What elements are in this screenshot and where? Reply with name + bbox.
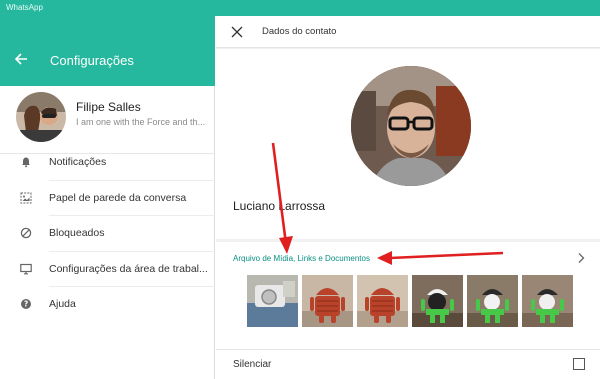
contact-card: Luciano Larrossa [216, 49, 600, 239]
settings-header: Configurações [0, 16, 215, 86]
contact-name: Luciano Larrossa [233, 199, 326, 213]
menu-item-notificacoes[interactable]: Notificações [0, 145, 215, 181]
photo-thumbnail[interactable] [247, 275, 298, 327]
profile-status: I am one with the Force and th... [76, 117, 206, 127]
media-thumbnails [247, 275, 573, 327]
profile-avatar[interactable] [16, 92, 66, 142]
android-figurine-thumbnail[interactable] [357, 275, 408, 327]
menu-item-label: Configurações da área de trabal... [49, 262, 208, 275]
contact-header-title: Dados do contato [262, 26, 337, 37]
help-icon: ? [21, 299, 31, 309]
mute-checkbox[interactable] [573, 358, 585, 370]
menu-item-bloqueados[interactable]: Bloqueados [0, 216, 215, 252]
desktop-icon [20, 263, 32, 274]
window-title: WhatsApp [6, 3, 43, 12]
blocked-icon [20, 227, 32, 239]
menu-item-label: Ajuda [49, 298, 76, 310]
android-figurine-thumbnail[interactable] [522, 275, 573, 327]
android-figurine-thumbnail[interactable] [302, 275, 353, 327]
profile-row[interactable]: Filipe Salles I am one with the Force an… [0, 86, 215, 154]
contact-header: Dados do contato [216, 16, 600, 48]
window-title-bar: WhatsApp [0, 0, 600, 16]
settings-panel: Configurações Filipe Salles I am one wit… [0, 16, 215, 379]
wallpaper-icon [20, 192, 32, 203]
menu-item-ajuda[interactable]: ? Ajuda [0, 287, 215, 323]
contact-photo[interactable] [351, 66, 471, 186]
mute-label: Silenciar [233, 359, 272, 370]
close-icon[interactable] [230, 25, 244, 39]
profile-name: Filipe Salles [76, 100, 141, 114]
menu-item-papel-de-parede[interactable]: Papel de parede da conversa [0, 181, 215, 216]
menu-item-label: Notificações [49, 156, 107, 168]
menu-item-label: Papel de parede da conversa [49, 191, 187, 204]
contact-details-panel: Dados do contato Luciano Larrossa Arquiv… [216, 16, 600, 379]
settings-menu: Notificações Papel de parede da conversa… [0, 145, 215, 323]
menu-item-label: Bloqueados [49, 227, 105, 239]
media-links-docs-link[interactable]: Arquivo de Mídia, Links e Documentos [233, 254, 370, 263]
media-section: Arquivo de Mídia, Links e Documentos [216, 242, 600, 349]
back-arrow-icon[interactable] [12, 49, 32, 69]
settings-title: Configurações [50, 53, 134, 68]
menu-item-area-de-trabalho[interactable]: Configurações da área de trabal... [0, 252, 215, 287]
android-figurine-thumbnail[interactable] [412, 275, 463, 327]
svg-text:?: ? [24, 300, 28, 309]
android-figurine-thumbnail[interactable] [467, 275, 518, 327]
chevron-right-icon[interactable] [576, 252, 586, 264]
mute-row[interactable]: Silenciar [216, 349, 600, 379]
bell-icon [22, 157, 30, 168]
